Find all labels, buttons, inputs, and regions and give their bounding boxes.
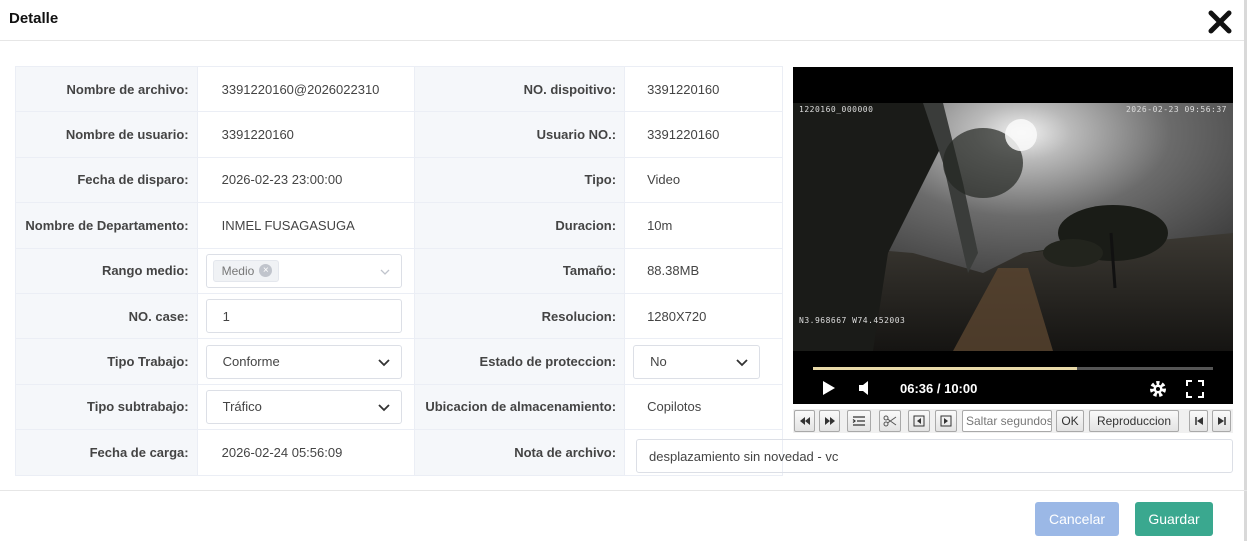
rango-medio-tag: Medio × <box>212 259 280 282</box>
label-tipo-trabajo: Tipo Trabajo: <box>15 338 198 385</box>
value-nombre-archivo: 3391220160@2026022310 <box>196 65 415 113</box>
no-case-value: 1 <box>222 308 230 324</box>
video-progress-bar[interactable] <box>813 367 1213 370</box>
nota-input[interactable]: desplazamiento sin novedad - vc <box>636 439 1233 473</box>
fullscreen-icon[interactable] <box>1185 379 1205 399</box>
dialog-footer: Cancelar Guardar <box>0 490 1247 541</box>
nota-value: desplazamiento sin novedad - vc <box>649 448 839 464</box>
label-tipo-subtrabajo: Tipo subtrabajo: <box>15 383 198 431</box>
value-no-dispositivo: 3391220160 <box>624 65 783 113</box>
tipo-subtrabajo-select[interactable]: Tráfico <box>205 389 402 424</box>
seek-seconds-input[interactable]: Saltar segundos <box>962 410 1052 432</box>
value-duracion: 10m <box>624 202 783 249</box>
label-nombre-usuario: Nombre de usuario: <box>15 111 198 158</box>
list-button[interactable] <box>847 410 871 432</box>
tag-remove-icon[interactable]: × <box>259 264 273 278</box>
value-tamano: 88.38MB <box>624 247 783 294</box>
prev-frame-button[interactable] <box>908 410 930 432</box>
value-tipo: Video <box>624 156 783 204</box>
label-nombre-archivo: Nombre de archivo: <box>15 65 198 113</box>
video-player[interactable]: 1220160_000000 2026-02-23 09:56:37 N3.96… <box>793 67 1233 404</box>
label-fecha-carga: Fecha de carga: <box>15 429 198 476</box>
label-fecha-disparo: Fecha de disparo: <box>15 156 198 204</box>
tipo-subtrabajo-value: Tráfico <box>222 399 262 415</box>
label-rango-medio: Rango medio: <box>15 247 198 294</box>
label-nota: Nota de archivo: <box>413 429 626 476</box>
label-usuario-no: Usuario NO.: <box>413 111 626 158</box>
osd-gps: N3.968667 W74.452003 <box>799 316 906 325</box>
dialog-title: Detalle <box>9 10 59 27</box>
dialog-body: Nombre de archivo: 3391220160@2026022310… <box>0 41 1247 491</box>
ok-button[interactable]: OK <box>1056 410 1084 432</box>
tipo-trabajo-select[interactable]: Conforme <box>205 344 402 379</box>
playback-button[interactable]: Reproduccion <box>1089 410 1179 432</box>
label-estado-proteccion: Estado de proteccion: <box>413 338 626 385</box>
no-case-input[interactable]: 1 <box>205 299 402 334</box>
clip-button[interactable] <box>879 410 901 432</box>
rango-medio-select[interactable]: Medio × <box>205 253 402 288</box>
next-frame-icon <box>940 415 952 427</box>
value-ubicacion: Copilotos <box>624 383 783 431</box>
prev-frame-icon <box>913 415 925 427</box>
skip-end-button[interactable] <box>1212 410 1231 432</box>
skip-start-icon <box>1194 417 1203 425</box>
label-tipo: Tipo: <box>413 156 626 204</box>
value-fecha-disparo: 2026-02-23 23:00:00 <box>196 156 415 204</box>
osd-camera-id: 1220160_000000 <box>799 105 874 114</box>
value-departamento: INMEL FUSAGASUGA <box>196 202 415 249</box>
video-toolbar: Saltar segundos OK Reproduccion <box>793 409 1233 433</box>
label-duracion: Duracion: <box>413 202 626 249</box>
fast-forward-icon <box>824 417 835 425</box>
scissors-icon <box>883 415 897 427</box>
value-fecha-carga: 2026-02-24 05:56:09 <box>196 429 415 476</box>
value-nombre-usuario: 3391220160 <box>196 111 415 158</box>
chevron-down-icon <box>377 404 390 412</box>
osd-timestamp: 2026-02-23 09:56:37 <box>1125 105 1227 114</box>
rango-medio-tag-label: Medio <box>221 263 255 278</box>
estado-proteccion-value: No <box>650 354 667 370</box>
video-progress-fill <box>813 367 1077 370</box>
value-usuario-no: 3391220160 <box>624 111 783 158</box>
chevron-down-icon <box>380 269 390 275</box>
close-icon[interactable] <box>1207 9 1235 37</box>
chevron-down-icon <box>736 358 748 366</box>
settings-gear-icon[interactable] <box>1148 379 1168 399</box>
next-frame-button[interactable] <box>935 410 957 432</box>
label-resolucion: Resolucion: <box>413 292 626 340</box>
rewind-button[interactable] <box>794 410 815 432</box>
label-ubicacion: Ubicacion de almacenamiento: <box>413 383 626 431</box>
detail-form: Nombre de archivo: 3391220160@2026022310… <box>15 65 783 476</box>
chevron-down-icon <box>377 358 390 366</box>
seek-seconds-placeholder: Saltar segundos <box>966 414 1052 428</box>
volume-icon[interactable] <box>857 379 873 397</box>
rewind-icon <box>799 417 810 425</box>
label-no-case: NO. case: <box>15 292 198 340</box>
label-tamano: Tamaño: <box>413 247 626 294</box>
play-icon[interactable] <box>821 379 837 397</box>
video-frame: 1220160_000000 2026-02-23 09:56:37 N3.96… <box>793 103 1233 351</box>
list-icon <box>852 416 865 426</box>
label-departamento: Nombre de Departamento: <box>15 202 198 249</box>
tipo-trabajo-value: Conforme <box>222 354 280 370</box>
skip-end-icon <box>1217 417 1226 425</box>
video-time: 06:36 / 10:00 <box>900 381 978 396</box>
skip-start-button[interactable] <box>1189 410 1208 432</box>
cancel-button[interactable]: Cancelar <box>1035 502 1119 536</box>
label-no-dispositivo: NO. dispoitivo: <box>413 65 626 113</box>
fast-forward-button[interactable] <box>819 410 840 432</box>
dialog-header: Detalle <box>0 0 1247 41</box>
save-button[interactable]: Guardar <box>1135 502 1213 536</box>
estado-proteccion-select[interactable]: No <box>633 344 761 379</box>
value-resolucion: 1280X720 <box>624 292 783 340</box>
